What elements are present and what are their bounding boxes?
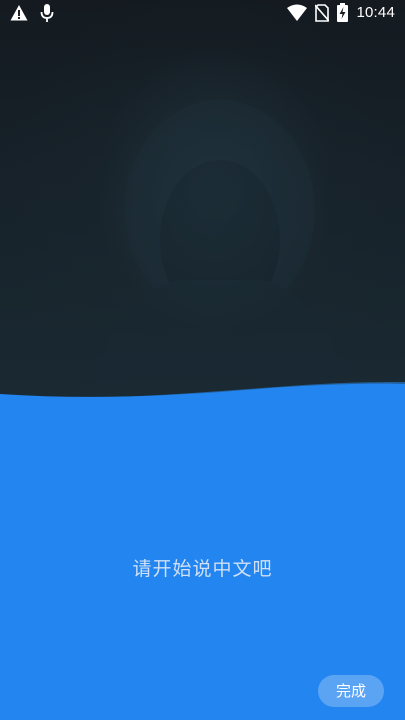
status-time: 10:44 xyxy=(356,4,395,21)
no-sim-icon xyxy=(315,3,330,22)
voice-input-panel xyxy=(0,370,405,720)
wifi-icon xyxy=(287,4,308,22)
warning-icon xyxy=(10,4,28,22)
background-figure xyxy=(90,100,350,390)
dimmed-background xyxy=(0,0,405,420)
wave-edge xyxy=(0,382,405,720)
battery-charging-icon xyxy=(337,3,349,22)
voice-prompt-text: 请开始说中文吧 xyxy=(132,558,273,580)
done-button[interactable]: 完成 xyxy=(318,675,384,707)
microphone-icon xyxy=(40,3,54,23)
status-bar: 10:44 xyxy=(0,0,405,28)
voice-input-screen: 10:44 请开始说中文吧 完成 xyxy=(0,0,405,720)
